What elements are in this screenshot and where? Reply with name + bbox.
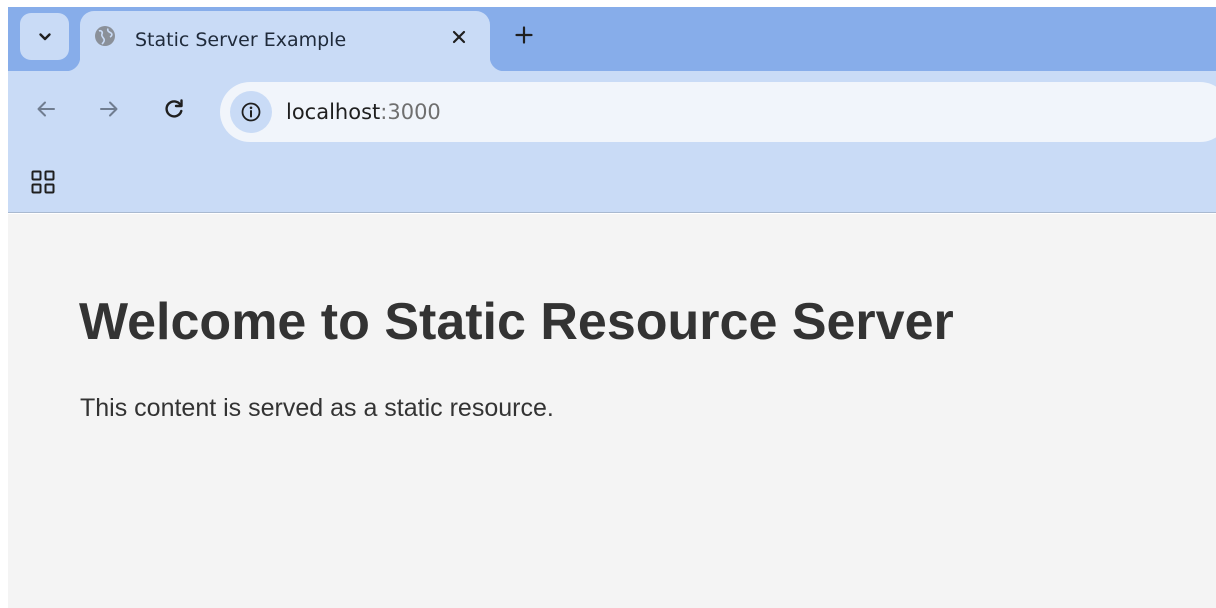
new-tab-button[interactable] xyxy=(512,23,536,47)
site-info-button[interactable] xyxy=(230,91,272,133)
page-content: Welcome to Static Resource Server This c… xyxy=(8,214,1216,608)
info-icon xyxy=(241,102,261,122)
bookmarks-bar xyxy=(8,153,1216,213)
browser-toolbar: localhost:3000 xyxy=(8,71,1216,153)
tab-active[interactable]: Static Server Example xyxy=(66,11,504,71)
page-paragraph: This content is served as a static resou… xyxy=(80,394,554,422)
url-text: localhost:3000 xyxy=(286,100,441,124)
apps-button[interactable] xyxy=(28,167,58,197)
address-bar[interactable]: localhost:3000 xyxy=(220,82,1216,142)
apps-grid-icon xyxy=(31,170,55,194)
arrow-right-icon xyxy=(100,101,118,117)
tab-strip: Static Server Example xyxy=(8,7,1216,71)
close-icon xyxy=(452,30,466,44)
chevron-down-icon xyxy=(38,32,51,40)
forward-button[interactable] xyxy=(93,93,125,125)
url-host: localhost xyxy=(286,100,381,124)
back-button[interactable] xyxy=(30,93,62,125)
tab-close-button[interactable] xyxy=(447,25,471,49)
browser-window: Static Server Example localhost:3000 Wel… xyxy=(8,7,1216,608)
arrow-left-icon xyxy=(37,101,55,117)
page-heading: Welcome to Static Resource Server xyxy=(79,293,954,351)
plus-icon xyxy=(515,26,533,44)
tab-search-button[interactable] xyxy=(20,13,69,60)
reload-button[interactable] xyxy=(158,93,190,125)
url-port: :3000 xyxy=(380,100,441,124)
tab-title: Static Server Example xyxy=(135,29,347,51)
globe-icon xyxy=(95,26,115,46)
reload-icon xyxy=(165,99,183,118)
